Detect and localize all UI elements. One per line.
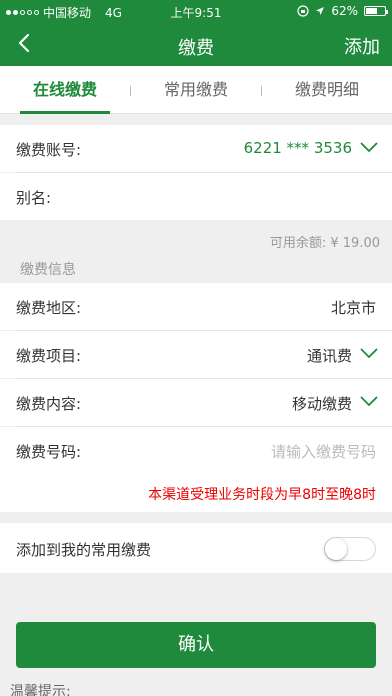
tips-label: 温馨提示: <box>10 684 71 696</box>
favorite-label: 添加到我的常用缴费 <box>16 541 152 559</box>
account-label: 缴费账号: <box>16 141 82 159</box>
tab-frequent-payment[interactable]: 常用缴费 <box>131 66 261 114</box>
favorite-row: 添加到我的常用缴费 <box>0 523 392 573</box>
region-value: 北京市 <box>330 299 376 317</box>
tab-online-payment[interactable]: 在线缴费 <box>0 66 130 114</box>
page-title: 缴费 <box>178 38 214 59</box>
section-title: 缴费信息 <box>20 262 76 278</box>
account-row[interactable]: 缴费账号: 6221 *** 3536 <box>0 125 392 172</box>
content-label: 缴费内容: <box>16 395 82 413</box>
account-value: 6221 *** 3536 <box>243 139 352 157</box>
item-row[interactable]: 缴费项目: 通讯费 <box>0 331 392 378</box>
item-label: 缴费项目: <box>16 347 82 365</box>
item-value: 通讯费 <box>306 347 352 365</box>
number-label: 缴费号码: <box>16 443 82 461</box>
tab-payment-details[interactable]: 缴费明细 <box>262 66 392 114</box>
service-hours-notice: 本渠道受理业务时段为早8时至晚8时 <box>148 487 376 503</box>
chevron-down-icon <box>360 396 378 407</box>
status-bar: 中国移动 4G 上午9:51 62% <box>0 0 392 22</box>
tab-bar: 在线缴费 常用缴费 缴费明细 <box>0 66 392 114</box>
battery-percent: 62% <box>331 4 358 18</box>
battery-icon <box>364 6 388 16</box>
alias-label: 别名: <box>16 189 52 207</box>
toggle-knob <box>325 538 347 560</box>
confirm-button[interactable]: 确认 <box>16 622 376 668</box>
chevron-down-icon <box>360 142 378 153</box>
available-balance: 可用余额: ¥ 19.00 <box>269 236 380 251</box>
chevron-down-icon <box>360 348 378 359</box>
active-tab-indicator <box>20 111 110 114</box>
favorite-toggle[interactable] <box>324 537 376 561</box>
region-row: 缴费地区: 北京市 <box>0 283 392 330</box>
add-button[interactable]: 添加 <box>344 33 380 59</box>
number-input[interactable]: 请输入缴费号码 <box>271 441 376 462</box>
status-right: 62% <box>297 4 388 18</box>
location-icon <box>316 7 325 15</box>
region-label: 缴费地区: <box>16 299 82 317</box>
content-row[interactable]: 缴费内容: 移动缴费 <box>0 379 392 426</box>
alias-row[interactable]: 别名: <box>0 173 392 220</box>
rotation-lock-icon <box>297 5 309 17</box>
nav-bar: 缴费 添加 <box>0 22 392 66</box>
content-value: 移动缴费 <box>291 395 352 413</box>
